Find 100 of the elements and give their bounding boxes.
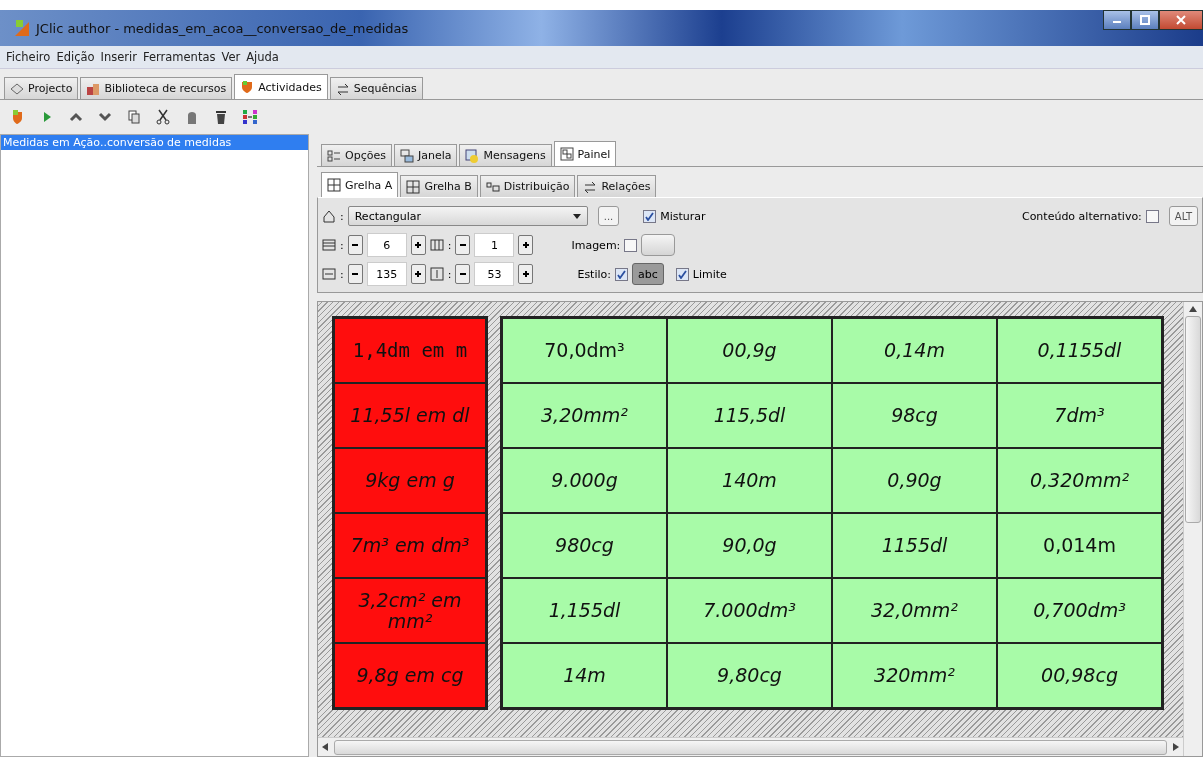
alt-button[interactable]: ALT [1168,206,1198,226]
tab[interactable]: Painel [553,141,617,166]
minus-icon [458,270,467,278]
answer-cell[interactable]: 70,0dm³ [502,318,667,383]
checkbox[interactable] [1145,209,1159,223]
answer-cell[interactable]: 140m [667,448,832,513]
decrement-button[interactable] [347,264,363,284]
answer-cell[interactable]: 9.000g [502,448,667,513]
tab[interactable]: Mensagens [459,144,552,166]
increment-button[interactable] [410,264,426,284]
horizontal-scrollbar[interactable] [318,737,1183,756]
number-field[interactable]: 1 [474,233,515,257]
checkbox[interactable] [615,267,628,281]
answer-cell[interactable]: 7dm³ [997,383,1162,448]
question-cell[interactable]: 3,2cm² em mm² [334,578,486,643]
question-cell[interactable]: 7m³ em dm³ [334,513,486,578]
plus-icon [521,241,530,249]
question-cell[interactable]: 1,4dm em m [334,318,486,383]
maximize-button[interactable] [1131,10,1159,30]
style-label: Estilo: [577,267,611,281]
message-icon [465,148,480,163]
answer-cell[interactable]: 0,14m [832,318,997,383]
tab[interactable]: Grelha A [321,172,399,197]
answer-cell[interactable]: 32,0mm² [832,578,997,643]
tab[interactable]: Distribuição [479,175,576,197]
answer-cell[interactable]: 00,9g [667,318,832,383]
blocks-icon [86,81,101,96]
menu-item[interactable]: Edição [56,50,95,64]
answer-cell[interactable]: 0,320mm² [997,448,1162,513]
answer-cell[interactable]: 14m [502,643,667,708]
tab[interactable]: Projecto [4,77,79,99]
question-cell[interactable]: 9,8g em cg [334,643,486,708]
decrement-button[interactable] [347,235,363,255]
decrement-button[interactable] [455,264,471,284]
activity-item[interactable]: Medidas em Ação..conversão de medidas [1,135,308,150]
answer-cell[interactable]: 320mm² [832,643,997,708]
window-title: JClic author - medidas_em_acoa__conversao_de_medidas [36,20,410,36]
style-button[interactable]: abc [632,263,664,285]
tab[interactable]: Sequências [329,77,423,99]
menu-item[interactable]: Ver [221,50,241,64]
menu-item[interactable]: Inserir [100,50,137,64]
tab[interactable]: Biblioteca de recursos [80,77,233,99]
left-arrow-icon[interactable] [322,743,328,751]
tab[interactable]: Janela [393,144,458,166]
minimize-button[interactable] [1103,10,1131,30]
right-arrow-icon[interactable] [1173,743,1179,751]
number-field[interactable]: 135 [366,262,407,286]
answer-cell[interactable]: 1155dl [832,513,997,578]
decrement-button[interactable] [455,235,471,255]
answer-cell[interactable]: 0,014m [997,513,1162,578]
answer-cell[interactable]: 3,20mm² [502,383,667,448]
answer-cell[interactable]: 980cg [502,513,667,578]
maximize-icon [1140,15,1150,25]
vertical-scrollbar[interactable] [1183,302,1202,756]
question-cell[interactable]: 11,55l em dl [334,383,486,448]
answer-cell[interactable]: 90,0g [667,513,832,578]
shape-select[interactable]: Rectangular [347,206,588,226]
number-field[interactable]: 53 [474,262,515,286]
checkbox[interactable] [624,238,638,252]
answer-cell[interactable]: 98cg [832,383,997,448]
sort-icon[interactable] [242,109,258,125]
increment-button[interactable] [410,235,426,255]
dropdown-caret-icon [572,213,581,219]
copy-icon[interactable] [126,109,142,125]
answer-cell[interactable]: 0,1155dl [997,318,1162,383]
answer-cell[interactable]: 1,155dl [502,578,667,643]
cut-icon[interactable] [155,109,171,125]
answer-cell[interactable]: 0,700dm³ [997,578,1162,643]
increment-button[interactable] [518,264,534,284]
tab[interactable]: Actividades [234,74,328,99]
checkbox[interactable] [675,267,689,281]
colon: : [447,238,452,252]
answer-cell[interactable]: 9,80cg [667,643,832,708]
trash-icon[interactable] [213,109,229,125]
colon: : [340,267,344,281]
answer-cell[interactable]: 7.000dm³ [667,578,832,643]
plus-icon [521,270,530,278]
question-cell[interactable]: 9kg em g [334,448,486,513]
shield-icon [240,80,255,94]
menu-item[interactable]: Ajuda [246,50,279,64]
answer-cell[interactable]: 0,90g [832,448,997,513]
tab[interactable]: Opções [321,144,392,166]
answer-cell[interactable]: 115,5dl [667,383,832,448]
answer-cell[interactable]: 00,98cg [997,643,1162,708]
menu-item[interactable]: Ferramentas [142,50,216,64]
menu-item[interactable]: Ficheiro [6,50,51,64]
tab[interactable]: Grelha B [400,175,478,197]
image-button[interactable] [641,234,676,256]
checkbox[interactable] [643,209,657,223]
up-arrow-icon[interactable] [1189,306,1197,312]
border-label: Limite [692,267,727,281]
app-logo-icon [14,19,30,37]
window-icon [399,148,414,163]
more-button[interactable]: ... [597,206,620,226]
alternative-label: Conteúdo alternativo: [1021,209,1142,223]
close-button[interactable] [1159,10,1203,30]
diamond-icon [10,81,24,96]
tab[interactable]: Relações [577,175,657,197]
number-field[interactable]: 6 [366,233,407,257]
increment-button[interactable] [518,235,534,255]
